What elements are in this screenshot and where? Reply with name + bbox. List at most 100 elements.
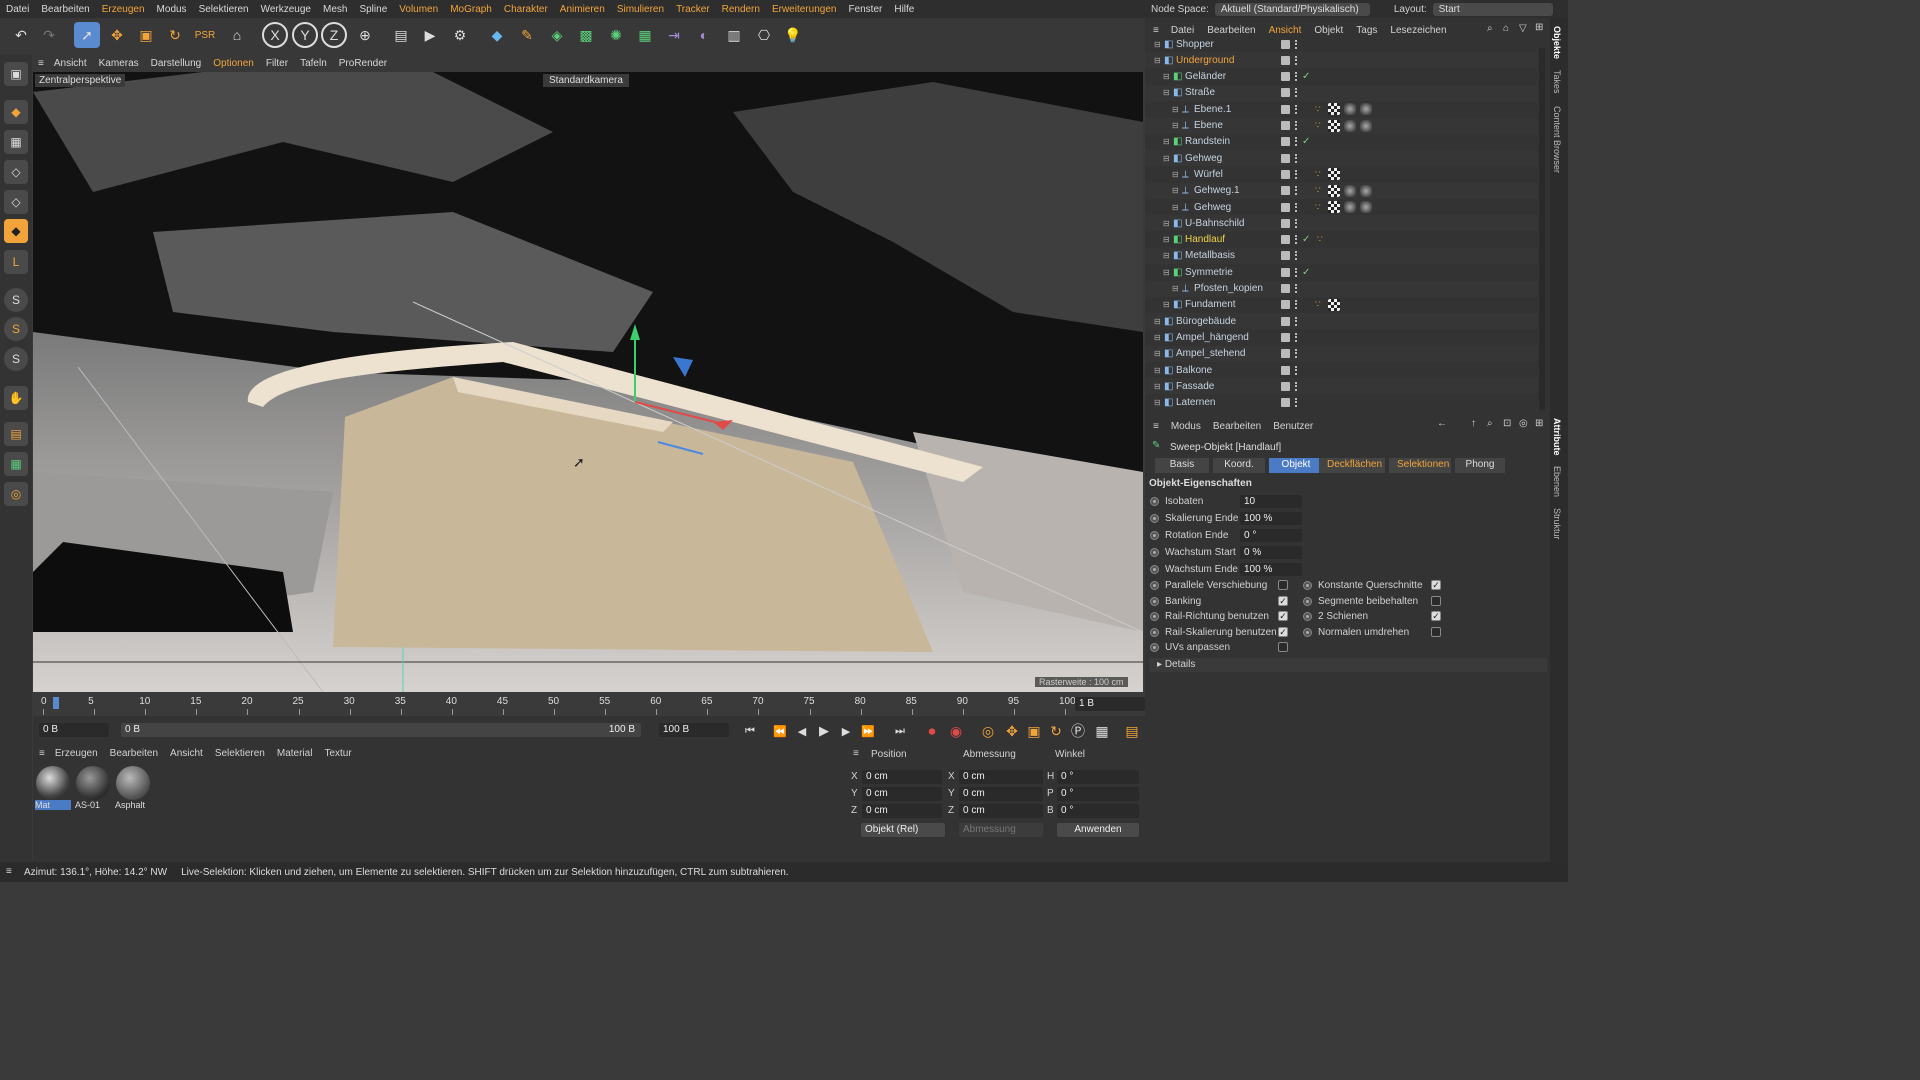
animate-dot-icon[interactable]	[1150, 612, 1159, 621]
phong-tag-icon[interactable]: ∵	[1315, 169, 1321, 180]
render-dots[interactable]	[1295, 121, 1298, 130]
viewport-menu-0[interactable]: Ansicht	[54, 58, 87, 69]
material-tag-icon[interactable]	[1360, 119, 1372, 132]
visibility-toggle[interactable]	[1281, 381, 1290, 391]
camera-label[interactable]: Standardkamera	[543, 74, 629, 87]
object-menu-2[interactable]: Ansicht	[1269, 25, 1302, 36]
y-axis-lock-icon[interactable]: Y	[292, 22, 318, 48]
up-arrow-icon[interactable]: ↑	[1471, 418, 1476, 429]
phong-tag-icon[interactable]: ∵	[1315, 202, 1321, 213]
camera-icon[interactable]: ⎔	[751, 22, 777, 48]
visibility-toggle[interactable]	[1281, 104, 1290, 114]
expand-toggle-icon[interactable]: ⊟	[1172, 284, 1179, 293]
object-row[interactable]: ⊟ ◧ Ampel_stehend	[1145, 345, 1537, 362]
visibility-toggle[interactable]	[1281, 72, 1290, 82]
render-dots[interactable]	[1295, 398, 1298, 408]
object-menu-5[interactable]: Lesezeichen	[1390, 25, 1446, 36]
attr-tab[interactable]: Basis	[1155, 458, 1209, 473]
x-axis-lock-icon[interactable]: X	[262, 22, 288, 48]
side-tab[interactable]: Content Browser	[1552, 106, 1562, 173]
menu-10[interactable]: Charakter	[504, 4, 548, 15]
animate-dot-icon[interactable]	[1150, 497, 1159, 506]
render-dots[interactable]	[1295, 169, 1298, 179]
animate-dot-icon[interactable]	[1150, 514, 1159, 523]
animate-dot-icon[interactable]	[1150, 627, 1159, 637]
coords-menu-icon[interactable]: ≡	[853, 748, 859, 759]
object-row[interactable]: ⊟ ⟂ Gehweg ∵	[1145, 199, 1537, 215]
expand-toggle-icon[interactable]: ⊟	[1163, 154, 1170, 163]
menu-8[interactable]: Volumen	[399, 4, 438, 15]
visibility-toggle[interactable]	[1281, 218, 1290, 228]
expand-toggle-icon[interactable]: ⊟	[1163, 300, 1170, 309]
apply-button[interactable]: Anwenden	[1057, 823, 1139, 837]
expand-toggle-icon[interactable]: ⊟	[1163, 235, 1170, 244]
expand-toggle-icon[interactable]: ⊟	[1172, 105, 1179, 114]
render-dots[interactable]	[1295, 104, 1298, 114]
phong-tag-icon[interactable]: ∵	[1315, 185, 1321, 196]
object-row[interactable]: ⊟ ◧ Metallbasis	[1145, 247, 1537, 264]
visibility-toggle[interactable]	[1281, 88, 1290, 98]
size-field[interactable]: 0 cm	[959, 787, 1043, 801]
texture-mode-icon[interactable]: ▦	[4, 130, 28, 154]
attr-menu-1[interactable]: Bearbeiten	[1213, 421, 1261, 432]
animate-dot-icon[interactable]	[1303, 596, 1312, 606]
visibility-toggle[interactable]	[1281, 398, 1290, 408]
object-row[interactable]: ⊟ ◧ U-Bahnschild	[1145, 215, 1537, 232]
menu-12[interactable]: Simulieren	[617, 4, 664, 15]
expand-toggle-icon[interactable]: ⊟	[1163, 219, 1170, 228]
attr-tab[interactable]: Objekt	[1269, 458, 1323, 473]
search-icon[interactable]: ⌕	[1487, 23, 1493, 34]
material-tag-icon[interactable]	[1360, 103, 1372, 116]
render-dots[interactable]	[1295, 284, 1298, 293]
auto-key-icon[interactable]: ◉	[943, 718, 969, 744]
side-tab[interactable]: Takes	[1552, 70, 1562, 94]
phong-tag-icon[interactable]: ∵	[1317, 234, 1323, 245]
model-mode-icon[interactable]: ◆	[4, 100, 28, 124]
layout-dropdown[interactable]: Start	[1432, 2, 1553, 16]
coordinate-system-icon[interactable]: ⊕	[352, 22, 378, 48]
extrude-generator-icon[interactable]: ▩	[573, 22, 599, 48]
size-mode-dropdown[interactable]: Abmessung	[959, 823, 1043, 837]
attr-field-input[interactable]: 10	[1240, 495, 1302, 508]
material-menu-2[interactable]: Ansicht	[170, 748, 203, 759]
expand-toggle-icon[interactable]: ⊟	[1172, 170, 1179, 179]
attr-checkbox[interactable]: ✓	[1278, 595, 1288, 606]
visibility-toggle[interactable]	[1281, 137, 1290, 147]
tweak-icon[interactable]: ✋	[4, 386, 28, 410]
viewport-3d[interactable]: ➚ Zentralperspektive Standardkamera Rast…	[33, 72, 1143, 692]
menu-7[interactable]: Spline	[359, 4, 387, 15]
new-window-icon[interactable]: ⊞	[1535, 22, 1543, 33]
visibility-toggle[interactable]	[1281, 284, 1290, 293]
rotate-icon[interactable]: ↻	[162, 22, 188, 48]
start-frame-field[interactable]: 0 B	[39, 723, 109, 737]
goto-start-icon[interactable]: ⏮	[737, 718, 763, 744]
expand-toggle-icon[interactable]: ⊟	[1154, 382, 1161, 391]
material-tag-icon[interactable]	[1344, 119, 1356, 132]
animate-dot-icon[interactable]	[1150, 581, 1159, 590]
attr-checkbox[interactable]	[1278, 642, 1288, 652]
visibility-toggle[interactable]	[1281, 332, 1290, 342]
target-icon[interactable]: ◎	[1519, 418, 1528, 429]
back-arrow-icon[interactable]: ←	[1437, 418, 1447, 429]
lock-icon[interactable]: ⊡	[1503, 418, 1511, 429]
points-mode-icon[interactable]: ◇	[4, 160, 28, 184]
render-view-icon[interactable]: ▤	[388, 22, 414, 48]
render-settings-icon[interactable]: ⚙	[447, 22, 473, 48]
expand-toggle-icon[interactable]: ⊟	[1163, 137, 1170, 146]
material-tag-icon[interactable]	[1360, 201, 1372, 213]
attr-checkbox[interactable]: ✓	[1431, 580, 1441, 590]
material-tag-icon[interactable]	[1328, 184, 1340, 197]
menu-4[interactable]: Selektieren	[199, 4, 249, 15]
object-row[interactable]: ⊟ ◧ Randstein ✓	[1145, 134, 1537, 150]
menu-17[interactable]: Hilfe	[894, 4, 914, 15]
object-row[interactable]: ⊟ ⟂ Ebene.1 ∵	[1145, 101, 1537, 117]
menu-15[interactable]: Erweiterungen	[772, 4, 836, 15]
animate-dot-icon[interactable]	[1150, 643, 1159, 652]
subdivision-icon[interactable]: ◈	[544, 22, 570, 48]
animate-dot-icon[interactable]	[1150, 565, 1159, 574]
snap-icon[interactable]: S	[4, 288, 28, 312]
viewport-menu-2[interactable]: Darstellung	[151, 58, 202, 69]
object-row[interactable]: ⊟ ◧ Fundament ∵	[1145, 297, 1537, 313]
object-menu-4[interactable]: Tags	[1356, 25, 1377, 36]
position-field[interactable]: 0 cm	[862, 787, 942, 801]
